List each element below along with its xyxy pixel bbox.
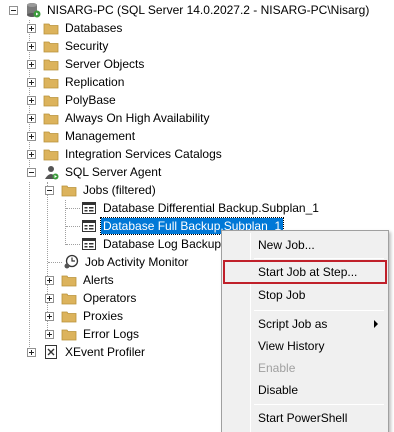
node-job-differential: Database Differential Backup.Subplan_1	[103, 201, 319, 215]
node-polybase: PolyBase	[65, 93, 116, 107]
tree-line	[48, 262, 62, 263]
expand-icon[interactable]	[45, 311, 54, 321]
expand-icon[interactable]	[45, 329, 54, 339]
context-menu: New Job... Start Job at Step... Stop Job…	[221, 230, 389, 432]
menu-item-label: New Job...	[258, 238, 315, 252]
menu-separator	[254, 258, 384, 259]
folder-icon	[43, 74, 59, 90]
expand-icon[interactable]	[27, 77, 36, 87]
expand-icon[interactable]	[27, 131, 36, 141]
folder-icon	[61, 290, 77, 306]
menu-item-label: Script Job as	[258, 317, 328, 331]
tree-row-always-on[interactable]: Always On High Availability	[0, 109, 394, 127]
submenu-arrow-icon	[374, 320, 378, 328]
node-security: Security	[65, 39, 109, 53]
menu-separator	[254, 404, 384, 405]
tree-row-replication[interactable]: Replication	[0, 73, 394, 91]
node-job-log: Database Log Backup.S	[103, 237, 233, 251]
folder-icon	[61, 182, 77, 198]
server-label: NISARG-PC (SQL Server 14.0.2027.2 - NISA…	[47, 3, 370, 17]
node-proxies: Proxies	[83, 309, 124, 323]
activity-monitor-icon	[63, 254, 79, 270]
menu-item-label: Stop Job	[258, 288, 306, 302]
expand-icon[interactable]	[27, 41, 36, 51]
tree-row-job[interactable]: Database Differential Backup.Subplan_1	[0, 199, 394, 217]
node-error-logs: Error Logs	[83, 327, 140, 341]
job-icon	[81, 200, 97, 216]
folder-icon	[43, 56, 59, 72]
collapse-icon[interactable]	[27, 167, 36, 177]
node-management: Management	[65, 129, 136, 143]
menu-item-start-powershell[interactable]: Start PowerShell	[224, 407, 386, 429]
node-jobs: Jobs (filtered)	[83, 183, 156, 197]
tree-row-management[interactable]: Management	[0, 127, 394, 145]
server-icon	[25, 2, 41, 18]
tree-row-jobs[interactable]: Jobs (filtered)	[0, 181, 394, 199]
expand-icon[interactable]	[27, 347, 36, 357]
expand-icon[interactable]	[45, 275, 54, 285]
menu-separator	[254, 310, 384, 311]
job-icon	[81, 236, 97, 252]
node-server-objects: Server Objects	[65, 57, 145, 71]
node-integration-services: Integration Services Catalogs	[65, 147, 222, 161]
node-alerts: Alerts	[83, 273, 114, 287]
tree-row-security[interactable]: Security	[0, 37, 394, 55]
tree-row-server[interactable]: NISARG-PC (SQL Server 14.0.2027.2 - NISA…	[0, 1, 394, 19]
folder-icon	[43, 20, 59, 36]
menu-item-start-job-at-step[interactable]: Start Job at Step...	[223, 260, 387, 284]
menu-item-script-job-as[interactable]: Script Job as	[224, 313, 386, 335]
node-always-on: Always On High Availability	[65, 111, 210, 125]
folder-icon	[61, 272, 77, 288]
collapse-icon[interactable]	[45, 185, 54, 195]
collapse-icon[interactable]	[9, 5, 18, 15]
menu-item-label: Disable	[258, 383, 299, 397]
folder-icon	[43, 38, 59, 54]
sql-agent-icon	[43, 164, 59, 180]
tree-line	[66, 226, 80, 227]
menu-item-stop-job[interactable]: Stop Job	[224, 284, 386, 306]
tree-row-polybase[interactable]: PolyBase	[0, 91, 394, 109]
tree-row-databases[interactable]: Databases	[0, 19, 394, 37]
expand-icon[interactable]	[27, 23, 36, 33]
expand-icon[interactable]	[27, 95, 36, 105]
folder-icon	[43, 146, 59, 162]
tree-row-integration-services[interactable]: Integration Services Catalogs	[0, 145, 394, 163]
folder-icon	[61, 308, 77, 324]
node-sql-agent: SQL Server Agent	[65, 165, 162, 179]
tree-line	[66, 244, 80, 245]
xevent-profiler-icon	[43, 344, 59, 360]
node-xevent-profiler: XEvent Profiler	[65, 345, 146, 359]
menu-item-label: View History	[258, 339, 325, 353]
node-replication: Replication	[65, 75, 125, 89]
job-icon	[81, 218, 97, 234]
folder-icon	[43, 128, 59, 144]
menu-item-disable[interactable]: Disable	[224, 379, 386, 401]
expand-icon[interactable]	[45, 293, 54, 303]
menu-item-label: Start Job at Step...	[258, 265, 358, 279]
menu-item-label: Enable	[258, 361, 296, 375]
menu-item-label: Start PowerShell	[258, 411, 348, 425]
node-operators: Operators	[83, 291, 137, 305]
tree-line	[66, 208, 80, 209]
folder-icon	[43, 92, 59, 108]
folder-icon	[43, 110, 59, 126]
folder-icon	[61, 326, 77, 342]
tree-row-sql-agent[interactable]: SQL Server Agent	[0, 163, 394, 181]
menu-item-enable[interactable]: Enable	[224, 357, 386, 379]
menu-item-view-history[interactable]: View History	[224, 335, 386, 357]
node-databases: Databases	[65, 21, 123, 35]
menu-item-new-job[interactable]: New Job...	[224, 234, 386, 256]
node-job-activity-monitor: Job Activity Monitor	[85, 255, 189, 269]
expand-icon[interactable]	[27, 59, 36, 69]
expand-icon[interactable]	[27, 113, 36, 123]
tree-row-server-objects[interactable]: Server Objects	[0, 55, 394, 73]
expand-icon[interactable]	[27, 149, 36, 159]
